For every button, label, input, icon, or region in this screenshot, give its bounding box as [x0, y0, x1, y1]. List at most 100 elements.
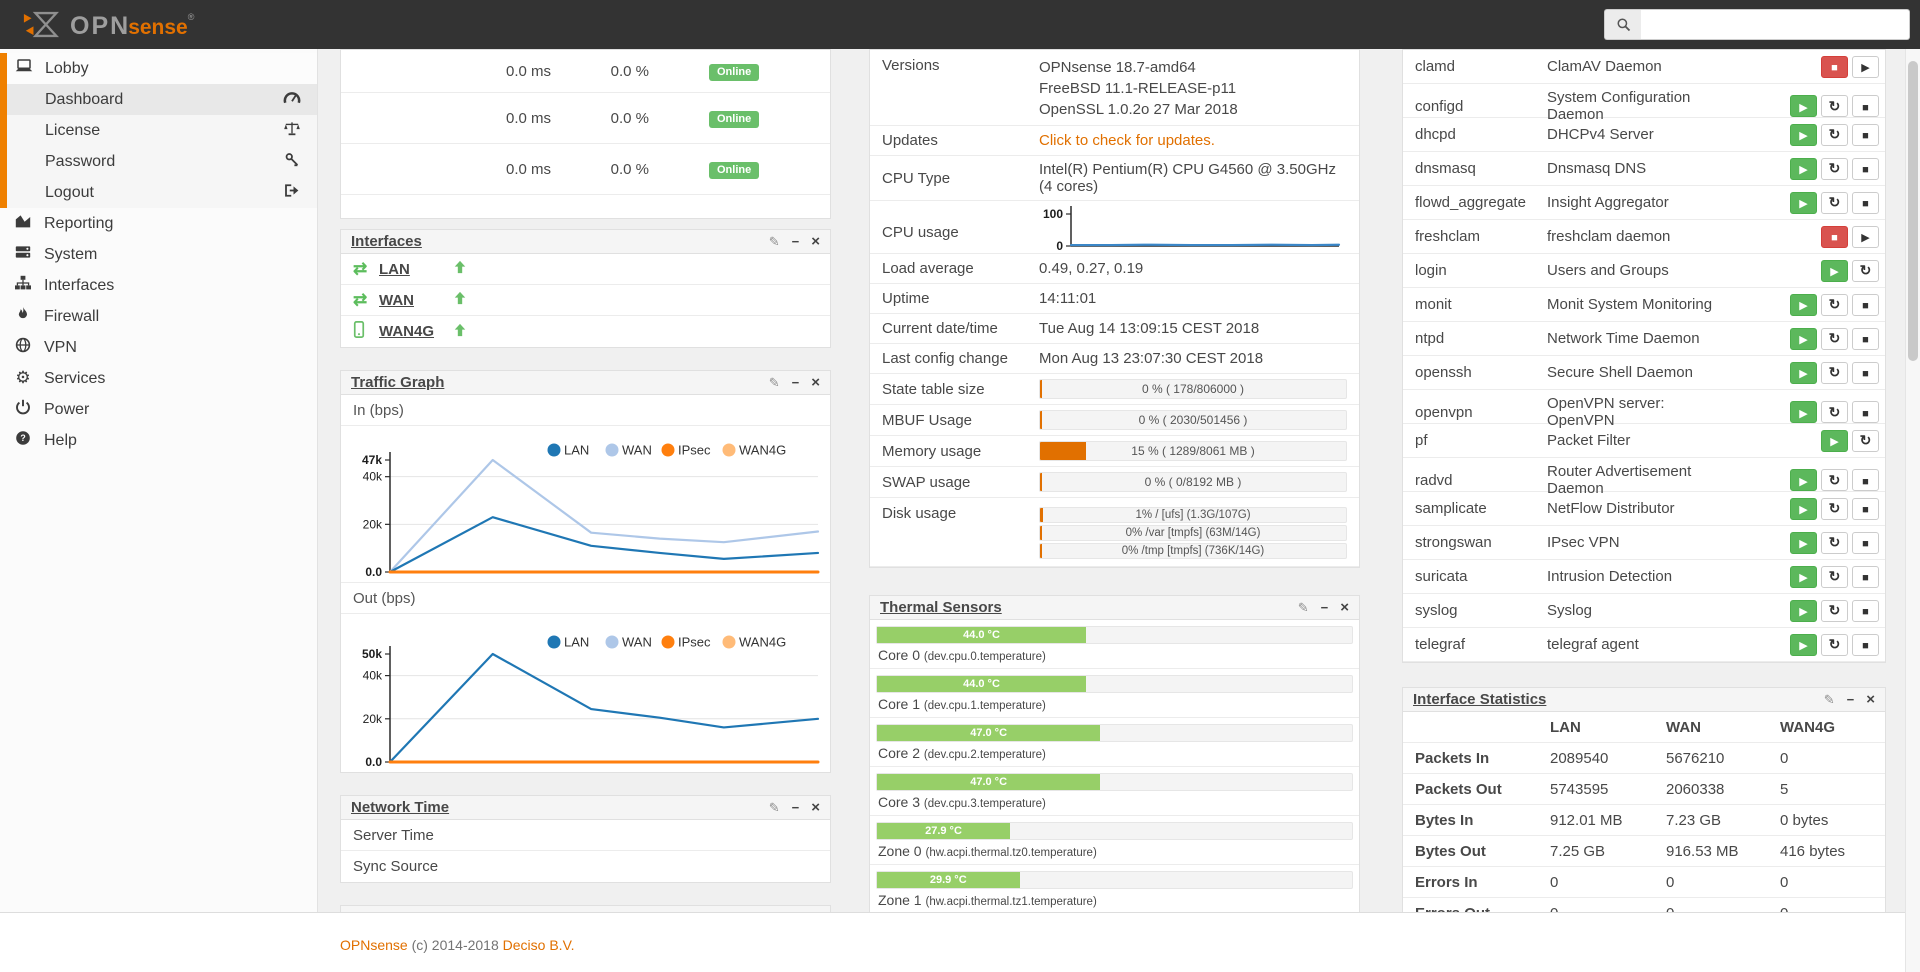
start-service-button[interactable]: ▶ [1790, 361, 1817, 384]
search-icon[interactable] [1604, 9, 1641, 40]
interface-link[interactable]: WAN4G [379, 323, 453, 340]
start-service-button[interactable]: ▶ [1790, 293, 1817, 316]
minus-icon[interactable]: − [1321, 599, 1329, 616]
sidebar-item-power[interactable]: Power [0, 394, 317, 425]
stop-service-button[interactable]: ■ [1821, 225, 1848, 248]
restart-service-button[interactable]: ↻ [1821, 95, 1848, 117]
stop-service-button[interactable]: ■ [1852, 633, 1879, 656]
restart-service-button[interactable]: ↻ [1821, 123, 1848, 146]
stop-service-button[interactable]: ■ [1852, 191, 1879, 214]
pencil-icon[interactable]: ✎ [1298, 599, 1309, 616]
pencil-icon[interactable]: ✎ [1824, 691, 1835, 708]
start-service-button[interactable]: ▶ [1790, 469, 1817, 491]
start-service-button[interactable]: ▶ [1821, 429, 1848, 452]
start-service-button[interactable]: ▶ [1852, 55, 1879, 78]
start-service-button[interactable]: ▶ [1790, 95, 1817, 117]
system-row-memory-usage: Memory usage 15 % ( 1289/8061 MB ) [870, 436, 1359, 467]
minus-icon[interactable]: − [1847, 691, 1855, 708]
sidebar-item-help[interactable]: ? Help [0, 425, 317, 456]
ifstats-row-packets-in: Packets In 2089540 5676210 0 [1403, 743, 1885, 774]
pencil-icon[interactable]: ✎ [769, 233, 780, 250]
stop-service-button[interactable]: ■ [1852, 599, 1879, 622]
restart-service-button[interactable]: ↻ [1821, 191, 1848, 214]
stop-service-button[interactable]: ■ [1852, 361, 1879, 384]
sidebar-item-services[interactable]: ⚙ Services [0, 363, 317, 394]
stop-service-button[interactable]: ■ [1852, 401, 1879, 423]
search-input[interactable] [1641, 9, 1910, 40]
start-service-button[interactable]: ▶ [1790, 401, 1817, 423]
pencil-icon[interactable]: ✎ [769, 374, 780, 391]
stop-service-button[interactable]: ■ [1852, 95, 1879, 117]
minus-icon[interactable]: − [792, 799, 800, 816]
restart-service-button[interactable]: ↻ [1821, 361, 1848, 384]
sidebar-item-vpn[interactable]: VPN [0, 332, 317, 363]
stop-service-button[interactable]: ■ [1852, 469, 1879, 491]
logo-registered-mark: ® [187, 12, 195, 22]
restart-service-button[interactable]: ↻ [1821, 293, 1848, 316]
restart-service-button[interactable]: ↻ [1821, 531, 1848, 554]
sidebar-item-lobby[interactable]: Lobby [7, 53, 317, 84]
widget-title-interface-statistics[interactable]: Interface Statistics [1413, 691, 1546, 708]
cpu-usage-chart: 100 0 [1039, 206, 1347, 258]
start-service-button[interactable]: ▶ [1790, 565, 1817, 588]
widget-title-traffic-graph[interactable]: Traffic Graph [351, 374, 444, 391]
start-service-button[interactable]: ▶ [1790, 157, 1817, 180]
widget-title-interfaces[interactable]: Interfaces [351, 233, 422, 250]
start-service-button[interactable]: ▶ [1852, 225, 1879, 248]
start-service-button[interactable]: ▶ [1790, 123, 1817, 146]
restart-service-button[interactable]: ↻ [1821, 327, 1848, 350]
vertical-scrollbar[interactable] [1905, 49, 1920, 972]
close-icon[interactable]: × [811, 799, 820, 816]
sidebar-item-license[interactable]: License [7, 115, 317, 146]
minus-icon[interactable]: − [792, 233, 800, 250]
restart-service-button[interactable]: ↻ [1821, 497, 1848, 520]
close-icon[interactable]: × [811, 233, 820, 250]
sidebar-item-logout[interactable]: Logout [7, 177, 317, 208]
interface-link[interactable]: LAN [379, 261, 453, 278]
footer-opnsense-link[interactable]: OPNsense [340, 937, 408, 953]
sidebar-item-interfaces[interactable]: Interfaces [0, 270, 317, 301]
close-icon[interactable]: × [1340, 599, 1349, 616]
scrollbar-thumb[interactable] [1908, 61, 1918, 361]
restart-service-button[interactable]: ↻ [1821, 633, 1848, 656]
close-icon[interactable]: × [811, 374, 820, 391]
sidebar-item-dashboard[interactable]: Dashboard [7, 84, 317, 115]
start-service-button[interactable]: ▶ [1790, 599, 1817, 622]
start-service-button[interactable]: ▶ [1790, 531, 1817, 554]
interface-link[interactable]: WAN [379, 292, 453, 309]
restart-service-button[interactable]: ↻ [1821, 565, 1848, 588]
start-service-button[interactable]: ▶ [1790, 497, 1817, 520]
stop-service-button[interactable]: ■ [1852, 565, 1879, 588]
start-service-button[interactable]: ▶ [1790, 633, 1817, 656]
sidebar-item-system[interactable]: System [0, 239, 317, 270]
stop-service-button[interactable]: ■ [1852, 293, 1879, 316]
start-service-button[interactable]: ▶ [1821, 259, 1848, 282]
close-icon[interactable]: × [1866, 691, 1875, 708]
stop-service-button[interactable]: ■ [1852, 327, 1879, 350]
restart-service-button[interactable]: ↻ [1852, 259, 1879, 282]
sidebar-item-reporting[interactable]: Reporting [0, 208, 317, 239]
widget-title-thermal-sensors[interactable]: Thermal Sensors [880, 599, 1002, 616]
stop-service-button[interactable]: ■ [1852, 497, 1879, 520]
restart-service-button[interactable]: ↻ [1852, 429, 1879, 452]
restart-service-button[interactable]: ↻ [1821, 469, 1848, 491]
minus-icon[interactable]: − [792, 374, 800, 391]
pencil-icon[interactable]: ✎ [769, 799, 780, 816]
start-service-button[interactable]: ▶ [1790, 191, 1817, 214]
stop-service-button[interactable]: ■ [1852, 157, 1879, 180]
widget-title-network-time[interactable]: Network Time [351, 799, 449, 816]
usage-bar: 0 % ( 2030/501456 ) [1039, 410, 1347, 430]
stop-service-button[interactable]: ■ [1852, 531, 1879, 554]
restart-service-button[interactable]: ↻ [1821, 599, 1848, 622]
footer-deciso-link[interactable]: Deciso B.V. [503, 937, 575, 953]
traffic-in-svg: 47k 40k 20k 0.0 LAN WAN IPsec WAN4G [362, 443, 820, 579]
start-service-button[interactable]: ▶ [1790, 327, 1817, 350]
check-updates-link[interactable]: Click to check for updates. [1039, 132, 1347, 149]
app-logo[interactable]: OPNsense® [22, 10, 194, 43]
stop-service-button[interactable]: ■ [1852, 123, 1879, 146]
restart-service-button[interactable]: ↻ [1821, 401, 1848, 423]
stop-service-button[interactable]: ■ [1821, 55, 1848, 78]
sidebar-item-password[interactable]: Password [7, 146, 317, 177]
restart-service-button[interactable]: ↻ [1821, 157, 1848, 180]
sidebar-item-firewall[interactable]: Firewall [0, 301, 317, 332]
